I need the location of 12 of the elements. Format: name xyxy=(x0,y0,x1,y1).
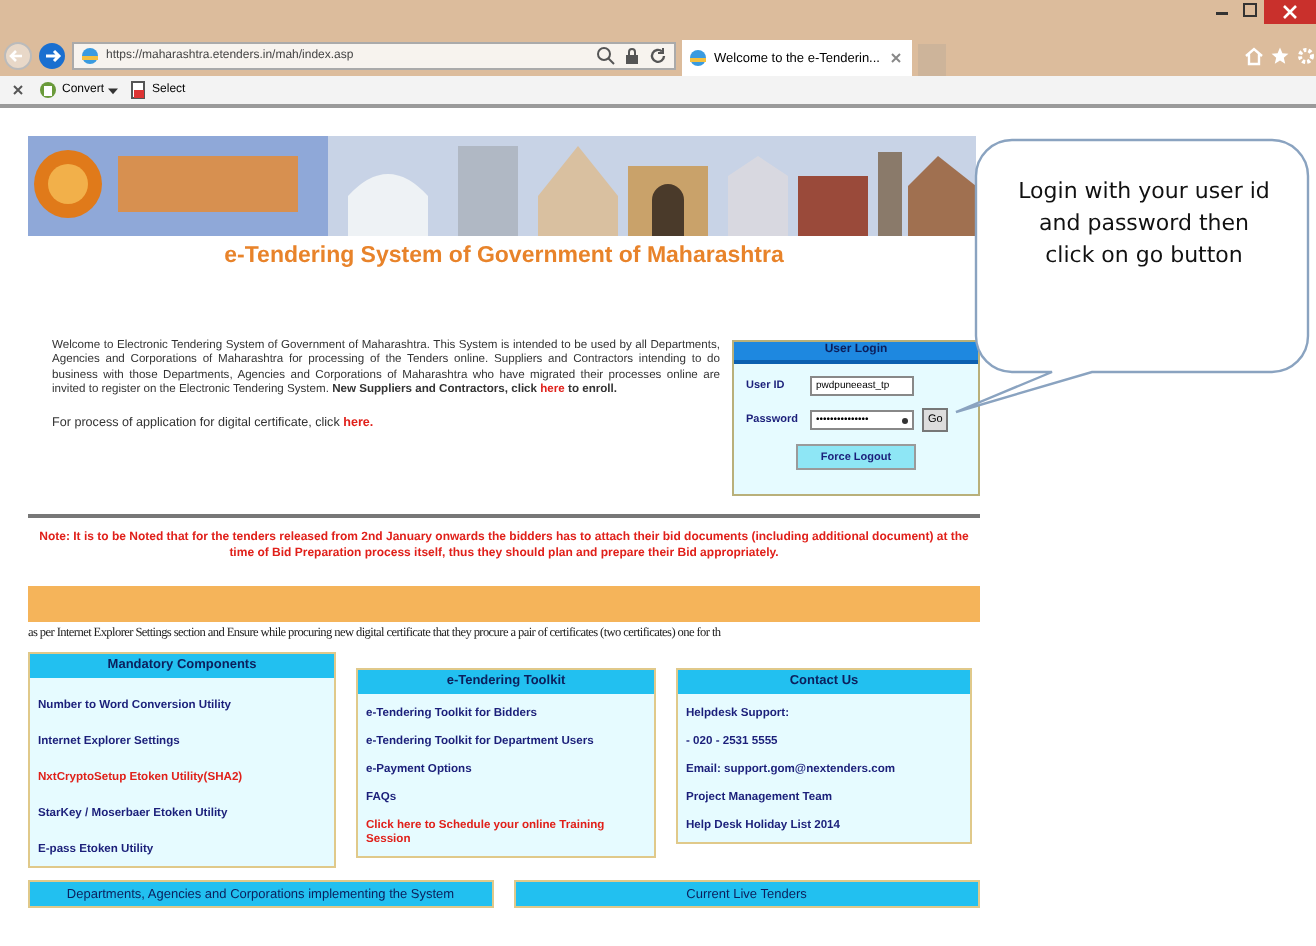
caret-icon[interactable] xyxy=(108,85,119,95)
forward-icon[interactable] xyxy=(38,42,66,70)
search-icon[interactable] xyxy=(596,46,616,66)
globe-icon xyxy=(80,46,100,66)
refresh-icon[interactable] xyxy=(648,46,668,66)
star-icon[interactable] xyxy=(1270,46,1290,66)
globe-icon xyxy=(688,48,708,68)
lock-icon xyxy=(622,46,642,66)
site-title: e-Tendering System of Government of Maharashtra xyxy=(222,244,786,268)
close-icon[interactable] xyxy=(885,48,906,68)
callout-text: Login with your user id and password then click on go button xyxy=(1016,176,1272,272)
close-toolbar-icon[interactable] xyxy=(8,80,28,100)
